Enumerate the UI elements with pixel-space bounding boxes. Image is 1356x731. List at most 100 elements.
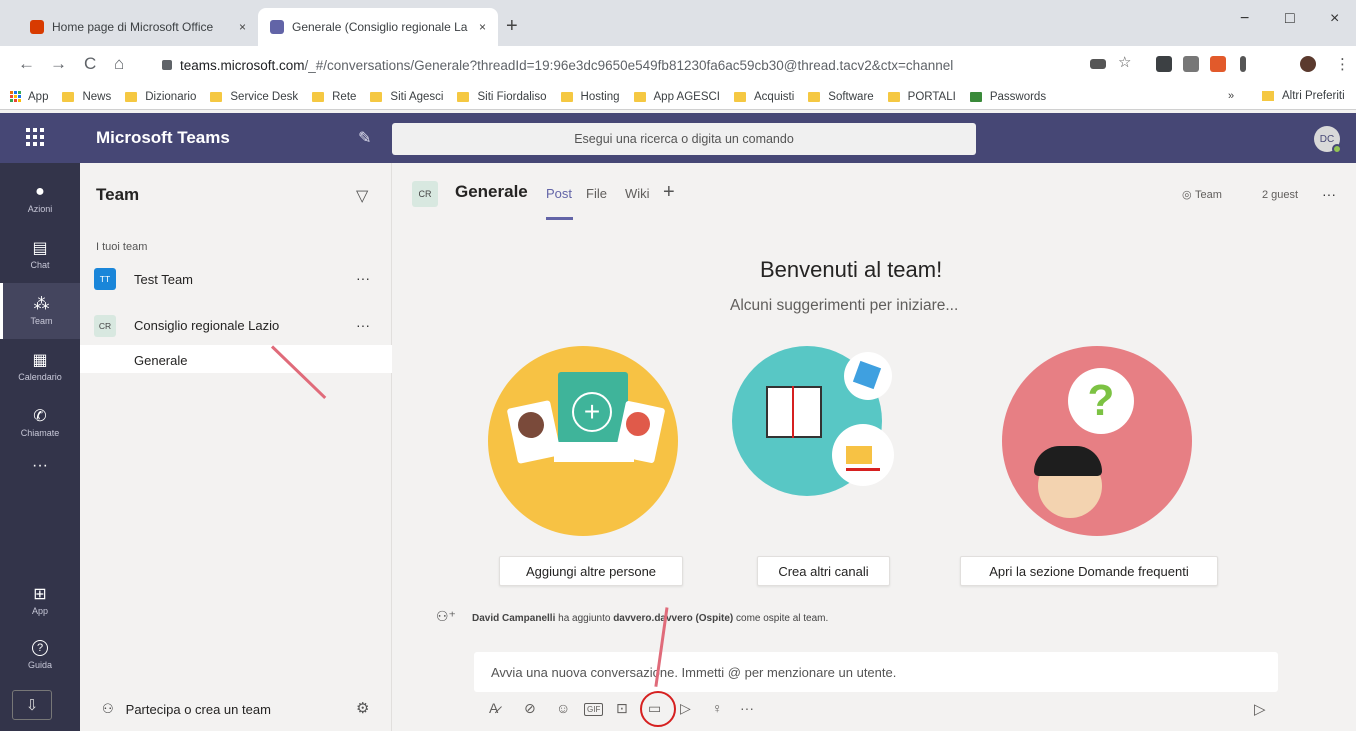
attach-icon[interactable]: ⊘	[524, 700, 536, 717]
format-icon[interactable]: A̷	[489, 700, 498, 716]
join-create-team-button[interactable]: ⚇ Partecipa o crea un team	[102, 701, 271, 717]
rail-item-team[interactable]: ⁂ Team	[0, 283, 80, 339]
filter-icon[interactable]: ▽	[356, 186, 368, 206]
folder-icon	[125, 91, 138, 102]
bookmark-folder[interactable]: Rete	[312, 91, 356, 103]
bookmark-folder[interactable]: Siti Fiordaliso	[457, 91, 547, 103]
bookmark-folder[interactable]: App AGESCI	[633, 91, 720, 103]
stream-icon[interactable]: ▷	[680, 700, 691, 717]
passwords-icon	[969, 91, 982, 102]
bookmark-folder[interactable]: Service Desk	[210, 91, 298, 103]
compose-input[interactable]: Avvia una nuova conversazione. Immetti @…	[474, 652, 1278, 692]
bell-icon: ●	[35, 183, 45, 200]
tab-wiki[interactable]: Wiki	[625, 186, 650, 201]
office-favicon-icon	[30, 20, 44, 34]
bookmark-apps[interactable]: App	[10, 91, 48, 103]
guests-count[interactable]: 2 guest	[1262, 189, 1298, 201]
help-icon: ?	[32, 640, 48, 656]
forward-button[interactable]: →	[50, 54, 67, 74]
bookmarks-bar: App News Dizionario Service Desk Rete Si…	[0, 84, 1356, 110]
folder-icon	[457, 91, 470, 102]
bookmark-folder[interactable]: News	[62, 91, 111, 103]
team-badge[interactable]: Team	[1195, 189, 1222, 201]
camera-icon[interactable]	[1090, 59, 1106, 69]
profile-icon[interactable]	[1300, 56, 1316, 72]
new-tab-button[interactable]: +	[506, 15, 518, 38]
bookmark-passwords[interactable]: Passwords	[969, 91, 1046, 103]
folder-icon	[887, 91, 900, 102]
channel-more-button[interactable]: ···	[1322, 186, 1336, 202]
add-people-button[interactable]: Aggiungi altre persone	[499, 556, 683, 586]
create-channels-button[interactable]: Crea altri canali	[757, 556, 890, 586]
browser-tab-teams[interactable]: Generale (Consiglio regionale La ×	[258, 8, 498, 46]
rail-item-guida[interactable]: ? Guida	[0, 627, 80, 683]
more-options-icon[interactable]: ···	[356, 317, 370, 333]
bookmark-folder[interactable]: Dizionario	[125, 91, 196, 103]
team-avatar: CR	[94, 315, 116, 337]
send-icon[interactable]: ▷	[1254, 700, 1266, 718]
add-people-illustration: +	[488, 346, 678, 536]
star-icon[interactable]: ☆	[1118, 53, 1134, 71]
folder-icon	[633, 91, 646, 102]
sticker-icon[interactable]: ⊡	[616, 700, 628, 717]
extension-icon[interactable]	[1156, 56, 1172, 72]
home-button[interactable]: ⌂	[114, 54, 124, 74]
maximize-button[interactable]: □	[1285, 10, 1295, 28]
folder-icon	[808, 91, 821, 102]
emoji-icon[interactable]: ☺	[556, 700, 570, 716]
rail-item-chat[interactable]: ▤ Chat	[0, 227, 80, 283]
bookmark-folder[interactable]: Software	[808, 91, 874, 103]
tab-file[interactable]: File	[586, 186, 607, 201]
rail-item-azioni[interactable]: ● Azioni	[0, 171, 80, 227]
user-avatar[interactable]: DC	[1314, 126, 1342, 154]
channel-item-generale[interactable]	[80, 345, 392, 373]
compose-icon[interactable]: ✎	[358, 128, 371, 148]
extension-icon[interactable]	[1240, 56, 1246, 72]
bookmark-folder[interactable]: Siti Agesci	[370, 91, 443, 103]
app-launcher-icon[interactable]	[24, 126, 46, 148]
bookmark-folder[interactable]: Acquisti	[734, 91, 794, 103]
close-tab-icon[interactable]: ×	[239, 20, 246, 34]
rail-item-calendario[interactable]: ▦ Calendario	[0, 339, 80, 395]
channel-title: Generale	[455, 182, 528, 201]
more-options-icon[interactable]: ···	[740, 700, 754, 716]
add-tab-button[interactable]: +	[663, 181, 675, 204]
praise-icon[interactable]: ♀	[712, 700, 723, 716]
extension-icon[interactable]	[1210, 56, 1226, 72]
app-title: Microsoft Teams	[96, 128, 230, 147]
panel-title: Team	[96, 185, 140, 204]
lock-icon	[162, 60, 172, 70]
search-input[interactable]: Esegui una ricerca o digita un comando	[392, 123, 976, 155]
team-item-test-team[interactable]	[80, 262, 392, 298]
channel-avatar: CR	[412, 181, 438, 207]
rail-item-app[interactable]: ⊞ App	[0, 573, 80, 629]
phone-icon: ✆	[33, 408, 47, 425]
rail-more-apps[interactable]: ···	[0, 440, 80, 496]
apps-grid-icon	[10, 91, 21, 102]
reload-button[interactable]: C	[84, 54, 96, 74]
extension-icon[interactable]	[1183, 56, 1199, 72]
settings-gear-icon[interactable]: ⚙	[356, 699, 369, 717]
gif-icon[interactable]: GIF	[584, 703, 604, 716]
bookmark-folder[interactable]: Hosting	[560, 91, 620, 103]
tab-post[interactable]: Post	[546, 186, 572, 201]
minimize-button[interactable]: −	[1240, 10, 1249, 28]
bookmarks-overflow-button[interactable]: »	[1228, 90, 1234, 102]
bubble-illustration	[844, 352, 892, 400]
annotation-circle	[640, 691, 676, 727]
bookmark-folder[interactable]: PORTALI	[887, 91, 956, 103]
address-bar[interactable]: teams.microsoft.com/_#/conversations/Gen…	[150, 51, 1060, 79]
teams-favicon-icon	[270, 20, 284, 34]
other-bookmarks[interactable]: Altri Preferiti	[1262, 90, 1345, 102]
folder-icon	[370, 91, 383, 102]
download-app-icon[interactable]: ⇩	[12, 690, 52, 720]
more-options-icon[interactable]: ···	[356, 270, 370, 286]
section-header: I tuoi team	[96, 241, 148, 253]
browser-tab-office[interactable]: Home page di Microsoft Office ×	[18, 8, 258, 46]
status-available-icon	[1332, 144, 1342, 154]
close-window-button[interactable]: ×	[1330, 10, 1339, 28]
close-tab-icon[interactable]: ×	[479, 20, 486, 34]
menu-dots-icon[interactable]: ⋮	[1335, 55, 1350, 73]
open-faq-button[interactable]: Apri la sezione Domande frequenti	[960, 556, 1218, 586]
back-button[interactable]: ←	[18, 54, 35, 74]
